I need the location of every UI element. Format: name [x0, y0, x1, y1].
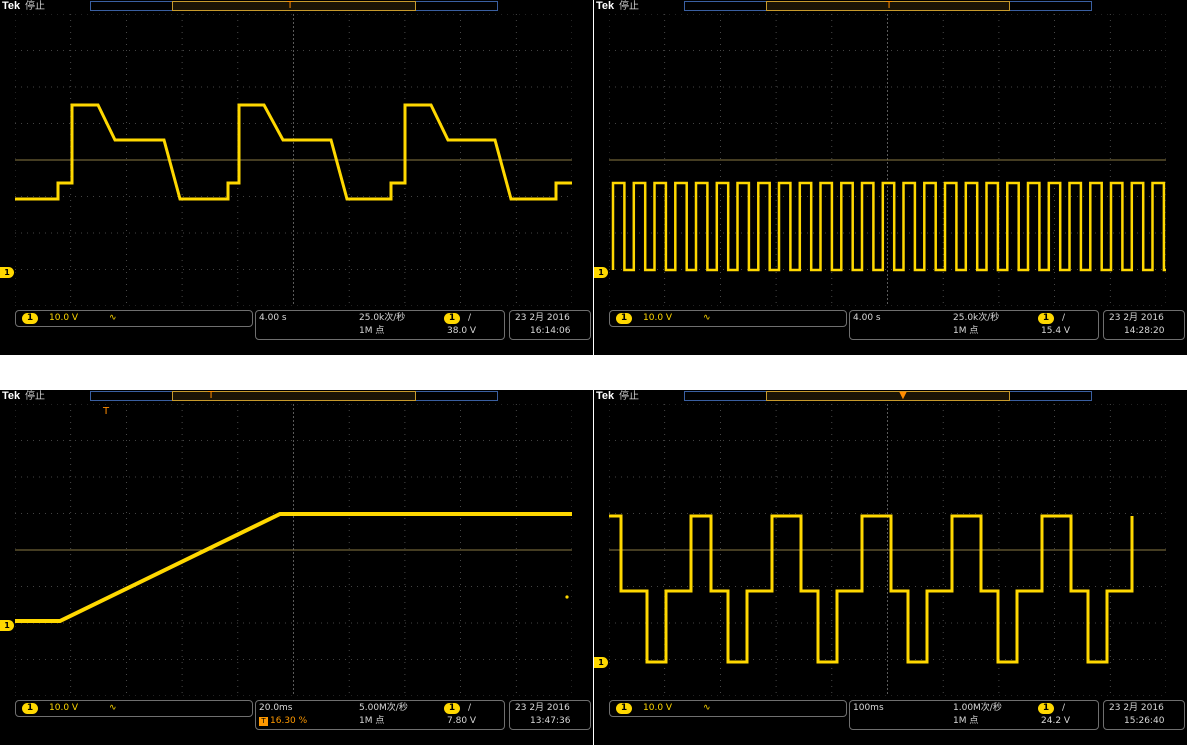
vertical-scale: 10.0 V [49, 313, 79, 323]
header-bar: Tek 停止 T [0, 390, 593, 403]
record-length: 1M 点 [359, 716, 385, 726]
waveform-trace [15, 103, 572, 201]
record-length: 1M 点 [359, 326, 385, 336]
trigger-slope-icon: / [468, 703, 472, 713]
record-view-window [766, 391, 1010, 401]
trigger-slope-icon: / [1062, 703, 1066, 713]
waveform-trace [15, 512, 572, 623]
trigger-position-marker-icon: T [207, 390, 215, 401]
horizontal-panel[interactable]: 20.0ms 5.00M次/秒 1M 点 16.30 % T 1 / 7.80 … [255, 700, 505, 730]
trigger-level: 15.4 V [1041, 326, 1071, 336]
horizontal-panel[interactable]: 4.00 s 25.0k次/秒 1M 点 1 / 15.4 V [849, 310, 1099, 340]
record-length: 1M 点 [953, 326, 979, 336]
time: 15:26:40 [1124, 716, 1165, 726]
trigger-level: 38.0 V [447, 326, 477, 336]
oscilloscope-screen-4: Tek 停止 ▼ 1 1 10.0 V ∿ 100ms 1.00M次/秒 1M … [594, 390, 1187, 745]
timebase: 4.00 s [259, 313, 287, 323]
trigger-level: 7.80 V [447, 716, 477, 726]
vertical-scale: 10.0 V [49, 703, 79, 713]
trigger-source-badge: 1 [1038, 703, 1054, 714]
date: 23 2月 2016 [515, 703, 570, 713]
acquisition-status: 停止 [25, 391, 45, 402]
brand-logo: Tek [2, 390, 21, 402]
datetime-panel: 23 2月 2016 16:14:06 [509, 310, 591, 340]
oscilloscope-screen-3: Tek 停止 T T 1 1 10.0 V ∿ 20.0ms 5.00M次/秒 … [0, 390, 593, 745]
trigger-source-badge: 1 [444, 703, 460, 714]
channel-panel[interactable]: 1 10.0 V ∿ [15, 310, 253, 327]
trigger-slope-icon: / [1062, 313, 1066, 323]
trigger-position-readout: 16.30 % [270, 716, 308, 726]
coupling-icon: ∿ [703, 313, 711, 323]
datetime-panel: 23 2月 2016 14:28:20 [1103, 310, 1185, 340]
horizontal-panel[interactable]: 4.00 s 25.0k次/秒 1M 点 1 / 38.0 V [255, 310, 505, 340]
date: 23 2月 2016 [1109, 313, 1164, 323]
channel-panel[interactable]: 1 10.0 V ∿ [15, 700, 253, 717]
sample-rate: 25.0k次/秒 [359, 313, 406, 323]
trigger-source-badge: 1 [1038, 313, 1054, 324]
trigger-position-marker-icon: ▼ [899, 390, 907, 401]
timebase: 20.0ms [259, 703, 293, 713]
ground-marker-icon: 1 [0, 620, 14, 631]
horizontal-panel[interactable]: 100ms 1.00M次/秒 1M 点 1 / 24.2 V [849, 700, 1099, 730]
channel-badge: 1 [616, 313, 632, 324]
waveform-path [611, 181, 1166, 272]
acquisition-status: 停止 [619, 391, 639, 402]
brand-logo: Tek [596, 0, 615, 12]
ground-marker-icon: 1 [594, 657, 608, 668]
channel-panel[interactable]: 1 10.0 V ∿ [609, 310, 847, 327]
datetime-panel: 23 2月 2016 15:26:40 [1103, 700, 1185, 730]
trigger-level: 24.2 V [1041, 716, 1071, 726]
coupling-icon: ∿ [109, 703, 117, 713]
channel-badge: 1 [616, 703, 632, 714]
trigger-source-badge: 1 [444, 313, 460, 324]
channel-badge: 1 [22, 313, 38, 324]
waveform-path [15, 512, 572, 623]
trigger-level-dot [565, 595, 569, 599]
date: 23 2月 2016 [1109, 703, 1164, 713]
waveform-path [609, 514, 1134, 664]
trigger-position-icon: T [259, 717, 268, 726]
ground-marker-icon: 1 [0, 267, 14, 278]
acquisition-status: 停止 [619, 1, 639, 12]
trigger-position-marker-icon: T [286, 0, 294, 11]
sample-rate: 5.00M次/秒 [359, 703, 408, 713]
waveform-path [15, 103, 572, 201]
trigger-slope-icon: / [468, 313, 472, 323]
sample-rate: 1.00M次/秒 [953, 703, 1002, 713]
header-bar: Tek 停止 T [594, 0, 1187, 13]
datetime-panel: 23 2月 2016 13:47:36 [509, 700, 591, 730]
brand-logo: Tek [596, 390, 615, 402]
trigger-position-marker-icon: T [885, 0, 893, 11]
time: 14:28:20 [1124, 326, 1165, 336]
time: 13:47:36 [530, 716, 571, 726]
waveform-trace [611, 181, 1166, 272]
sample-rate: 25.0k次/秒 [953, 313, 1000, 323]
coupling-icon: ∿ [109, 313, 117, 323]
coupling-icon: ∿ [703, 703, 711, 713]
timebase: 4.00 s [853, 313, 881, 323]
header-bar: Tek 停止 T [0, 0, 593, 13]
oscilloscope-screen-2: Tek 停止 T 1 1 10.0 V ∿ 4.00 s 25.0k次/秒 1M… [594, 0, 1187, 355]
brand-logo: Tek [2, 0, 21, 12]
ground-marker-icon: 1 [594, 267, 608, 278]
channel-badge: 1 [22, 703, 38, 714]
oscilloscope-screen-1: Tek 停止 T 1 1 10.0 V ∿ 4.00 s 25.0k次/秒 1M… [0, 0, 593, 355]
record-length: 1M 点 [953, 716, 979, 726]
date: 23 2月 2016 [515, 313, 570, 323]
acquisition-status: 停止 [25, 1, 45, 12]
timebase: 100ms [853, 703, 884, 713]
vertical-scale: 10.0 V [643, 703, 673, 713]
time: 16:14:06 [530, 326, 571, 336]
waveform-trace [609, 514, 1134, 664]
channel-panel[interactable]: 1 10.0 V ∿ [609, 700, 847, 717]
header-bar: Tek 停止 ▼ [594, 390, 1187, 403]
vertical-scale: 10.0 V [643, 313, 673, 323]
